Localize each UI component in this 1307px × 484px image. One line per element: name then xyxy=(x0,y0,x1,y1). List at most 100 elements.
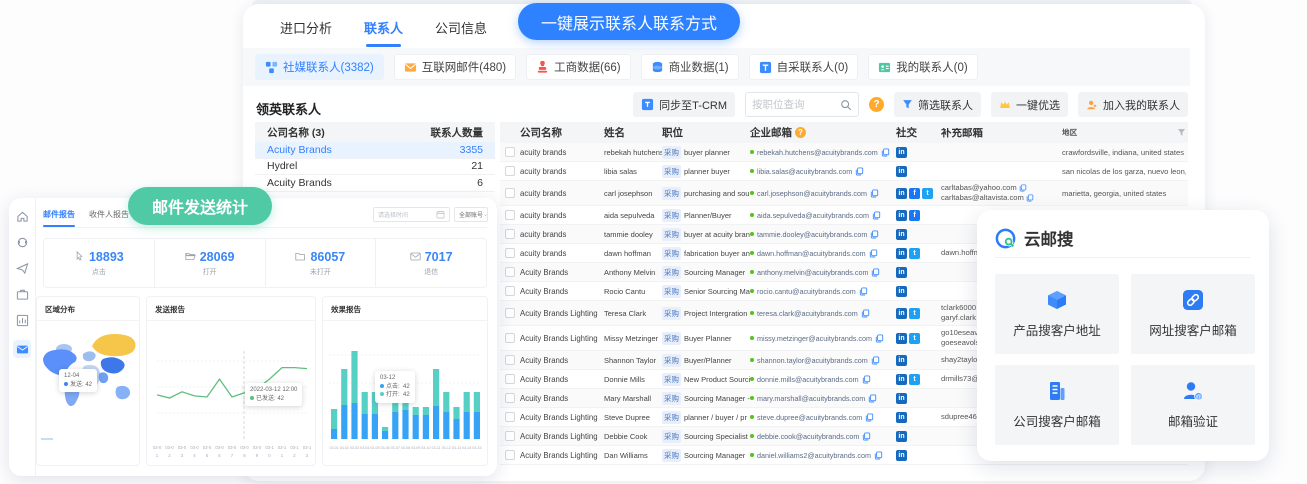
date-range-input[interactable]: 请选择时间 xyxy=(373,207,450,222)
copy-icon[interactable] xyxy=(875,334,884,343)
sidebar-send-icon[interactable] xyxy=(16,262,29,275)
linkedin-icon[interactable]: in xyxy=(896,450,907,461)
sidebar-service-icon[interactable] xyxy=(16,236,29,249)
cloud-tile-2[interactable]: 公司搜客户邮箱 xyxy=(995,365,1119,445)
copy-icon[interactable] xyxy=(871,356,880,365)
copy-icon[interactable] xyxy=(865,413,874,422)
linkedin-icon[interactable]: in xyxy=(896,286,907,297)
copy-icon[interactable] xyxy=(870,189,879,198)
sidebar-home-icon[interactable] xyxy=(16,210,29,223)
copy-icon[interactable] xyxy=(868,394,877,403)
add-to-my-contacts-button[interactable]: 加入我的联系人 xyxy=(1078,92,1188,117)
source-chip-3[interactable]: 商业数据(1) xyxy=(641,54,739,80)
sidebar-mail-filled-icon[interactable] xyxy=(13,340,31,358)
row-checkbox[interactable] xyxy=(505,374,515,384)
help-icon[interactable]: ? xyxy=(869,97,884,112)
filter-contacts-button[interactable]: 筛选联系人 xyxy=(894,92,981,117)
row-checkbox[interactable] xyxy=(505,248,515,258)
row-checkbox[interactable] xyxy=(505,333,515,343)
linkedin-icon[interactable]: in xyxy=(896,166,907,177)
linkedin-icon[interactable]: in xyxy=(896,333,907,344)
copy-icon[interactable] xyxy=(881,148,890,157)
facebook-icon[interactable]: f xyxy=(909,210,920,221)
twitter-icon[interactable]: t xyxy=(922,188,933,199)
linkedin-icon[interactable]: in xyxy=(896,267,907,278)
cloud-tile-1[interactable]: 网址搜客户邮箱 xyxy=(1131,274,1255,354)
source-chip-4[interactable]: 自采联系人(0) xyxy=(749,54,859,80)
copy-icon[interactable] xyxy=(862,375,871,384)
copy-icon[interactable] xyxy=(872,211,881,220)
copy-icon[interactable] xyxy=(870,230,879,239)
source-chip-0[interactable]: 社媒联系人(3382) xyxy=(255,54,384,80)
company-row-2[interactable]: Acuity Brands6 xyxy=(255,175,495,192)
tab-0[interactable]: 进口分析 xyxy=(280,18,332,47)
svg-text:4: 4 xyxy=(193,453,196,458)
facebook-icon[interactable]: f xyxy=(909,188,920,199)
stat-退信: 7017退信 xyxy=(376,239,486,287)
linkedin-icon[interactable]: in xyxy=(896,393,907,404)
row-checkbox[interactable] xyxy=(505,308,515,318)
linkedin-icon[interactable]: in xyxy=(896,308,907,319)
copy-icon[interactable] xyxy=(861,309,870,318)
linkedin-icon[interactable]: in xyxy=(896,374,907,385)
copy-icon[interactable] xyxy=(871,268,880,277)
svg-text:03-1: 03-1 xyxy=(278,445,287,450)
sync-tcrm-button[interactable]: 同步至T-CRM xyxy=(633,92,735,117)
search-input[interactable] xyxy=(752,99,840,111)
svg-text:03-09: 03-09 xyxy=(411,446,420,450)
row-checkbox[interactable] xyxy=(505,355,515,365)
linkedin-icon[interactable]: in xyxy=(896,355,907,366)
account-select[interactable]: 全部账号⌄ xyxy=(454,207,488,222)
copy-icon[interactable] xyxy=(855,167,864,176)
row-checkbox[interactable] xyxy=(505,286,515,296)
linkedin-icon[interactable]: in xyxy=(896,147,907,158)
copy-icon[interactable] xyxy=(862,432,871,441)
sidebar-briefcase-icon[interactable] xyxy=(16,288,29,301)
row-checkbox[interactable] xyxy=(505,147,515,157)
row-checkbox[interactable] xyxy=(505,393,515,403)
stat-打开: 28069打开 xyxy=(155,239,266,287)
row-checkbox[interactable] xyxy=(505,188,515,198)
twitter-icon[interactable]: t xyxy=(909,248,920,259)
linkedin-icon[interactable]: in xyxy=(896,412,907,423)
twitter-icon[interactable]: t xyxy=(909,333,920,344)
svg-text:03-0: 03-0 xyxy=(240,445,249,450)
dash-tab-0[interactable]: 邮件报告 xyxy=(43,209,75,220)
linkedin-icon[interactable]: in xyxy=(896,248,907,259)
dash-tab-1[interactable]: 收件人报告 xyxy=(89,209,129,220)
copy-icon[interactable] xyxy=(859,287,868,296)
tab-2[interactable]: 公司信息 xyxy=(435,18,487,47)
source-chip-5[interactable]: 我的联系人(0) xyxy=(868,54,978,80)
sidebar-chart-icon[interactable] xyxy=(16,314,29,327)
search-box[interactable] xyxy=(745,92,859,117)
row-checkbox[interactable] xyxy=(505,450,515,460)
tab-1[interactable]: 联系人 xyxy=(364,18,403,47)
row-checkbox[interactable] xyxy=(505,166,515,176)
row-checkbox[interactable] xyxy=(505,210,515,220)
cloud-tile-0[interactable]: 产品搜客户地址 xyxy=(995,274,1119,354)
calendar-icon xyxy=(436,210,445,219)
cloud-tile-3[interactable]: @邮箱验证 xyxy=(1131,365,1255,445)
linkedin-icon[interactable]: in xyxy=(896,188,907,199)
contact-row-2[interactable]: acuity brands carl josephson 采购purchasin… xyxy=(500,181,1188,206)
source-chip-1[interactable]: 互联网邮件(480) xyxy=(394,54,516,80)
twitter-icon[interactable]: t xyxy=(909,374,920,385)
company-row-1[interactable]: Hydrel21 xyxy=(255,159,495,176)
row-checkbox[interactable] xyxy=(505,229,515,239)
source-chip-2[interactable]: 工商数据(66) xyxy=(526,54,630,80)
copy-icon[interactable] xyxy=(869,249,878,258)
contact-row-1[interactable]: acuity brands libia salas 采购planner buye… xyxy=(500,162,1188,181)
twitter-icon[interactable]: t xyxy=(909,308,920,319)
region-chart-card: 区域分布 12-04 发送: 42 xyxy=(36,296,140,466)
svg-text:03-0: 03-0 xyxy=(165,445,174,450)
row-checkbox[interactable] xyxy=(505,431,515,441)
company-row-0[interactable]: Acuity Brands3355 xyxy=(255,142,495,159)
row-checkbox[interactable] xyxy=(505,412,515,422)
copy-icon[interactable] xyxy=(874,451,883,460)
one-key-optimize-button[interactable]: 一键优选 xyxy=(991,92,1068,117)
linkedin-icon[interactable]: in xyxy=(896,210,907,221)
linkedin-icon[interactable]: in xyxy=(896,229,907,240)
linkedin-icon[interactable]: in xyxy=(896,431,907,442)
row-checkbox[interactable] xyxy=(505,267,515,277)
contact-row-0[interactable]: acuity brands rebekah hutchens 采购buyer p… xyxy=(500,143,1188,162)
